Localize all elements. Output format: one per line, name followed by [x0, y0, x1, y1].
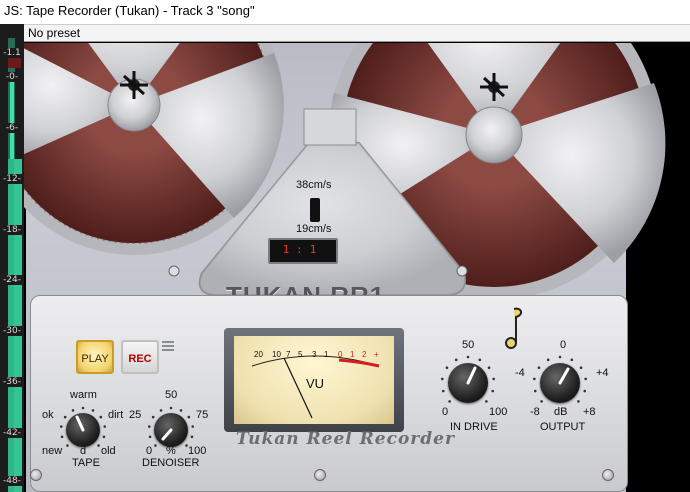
knob-tick-dot: [147, 425, 151, 428]
knob-tick-dot: [154, 444, 157, 447]
knob-tick-dot: [60, 435, 64, 439]
screw: [30, 469, 42, 481]
knob-tick-dot: [187, 415, 191, 419]
knob-tick-dot: [466, 355, 470, 359]
knob-tick-dot: [71, 409, 75, 412]
knob-tick-dot: [448, 400, 451, 403]
knob-tick-dot: [102, 435, 106, 439]
window-title: JS: Tape Recorder (Tukan) - Track 3 "son…: [0, 0, 690, 24]
meter-tick: -18-: [2, 225, 22, 235]
knob-tick-dot: [441, 377, 444, 381]
knob-tick-dot: [169, 406, 173, 410]
knob-tick-dot: [81, 406, 85, 410]
knob-tick-dot: [579, 366, 583, 370]
meter-tick: -36-: [2, 377, 22, 387]
meter-tick: -0-: [4, 72, 20, 82]
knob-tick-dot: [97, 444, 100, 447]
knob-tick-dot: [148, 435, 152, 439]
knob-tick-dot: [577, 400, 580, 403]
knob-tick-dot: [546, 358, 550, 362]
knob-tick-dot: [159, 409, 163, 412]
preset-selector[interactable]: No preset: [24, 24, 690, 42]
knob-tick-dot: [533, 377, 536, 381]
knob-tick-marks: [59, 355, 587, 447]
meter-bar-peak: [10, 76, 14, 159]
knob-tick-dot: [454, 358, 458, 362]
knob-tick-dot: [185, 444, 188, 447]
knob-tick-dot: [190, 435, 194, 439]
knob-tick-dot: [91, 409, 95, 412]
knob-tick-dot: [103, 425, 107, 428]
meter-tick: -6-: [4, 123, 20, 133]
knob-tick-dot: [558, 355, 562, 359]
meter-tick: -24-: [2, 275, 22, 285]
meter-tick: -30-: [2, 326, 22, 336]
knob-tick-dot: [491, 389, 495, 393]
knob-tick-dot: [99, 415, 103, 419]
knob-tick-dot: [59, 425, 63, 428]
knob-tick-dot: [570, 358, 574, 362]
screw: [602, 469, 614, 481]
knob-tick-dot: [441, 389, 445, 393]
knob-tick-dot: [66, 444, 69, 447]
meter-tick: -1.1: [2, 48, 22, 58]
knob-tick-dot: [540, 400, 543, 403]
knob-tick-dot: [63, 415, 67, 419]
knob-tick-dot: [445, 366, 449, 370]
knob-tick-dot: [492, 377, 495, 381]
knob-tick-dot: [179, 409, 183, 412]
knob-tick-dot: [583, 389, 587, 393]
knob-tick-dot: [487, 366, 491, 370]
level-meter: -1.1 -0- -6- -12- -18- -24- -30- -36- -4…: [0, 24, 24, 492]
meter-tick: -42-: [2, 428, 22, 438]
plugin-ui: 38cm/s 19cm/s 1:1 TUKAN RR1 PLAY REC war…: [24, 43, 690, 492]
knob-tick-dot: [485, 400, 488, 403]
screw: [314, 469, 326, 481]
knob-tick-dot: [537, 366, 541, 370]
knob-tick-dot: [478, 358, 482, 362]
meter-tick: -12-: [2, 174, 22, 184]
knob-tick-dot: [151, 415, 155, 419]
meter-tick: -48-: [2, 476, 22, 486]
knob-tick-dot: [191, 425, 195, 428]
knob-tick-dot: [533, 389, 537, 393]
knob-tick-dot: [584, 377, 587, 381]
